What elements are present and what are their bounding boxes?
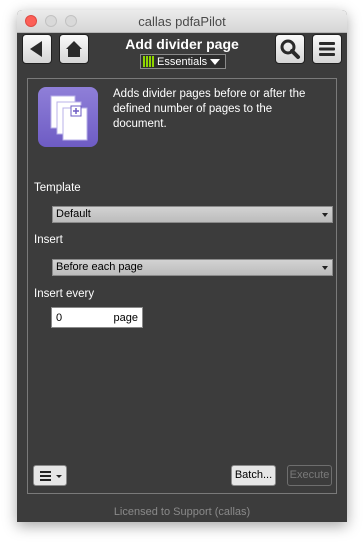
search-button[interactable]: [275, 34, 305, 64]
toolbar: Add divider page Essentials: [17, 33, 347, 83]
template-label: Template: [34, 182, 81, 194]
back-button[interactable]: [22, 34, 52, 64]
menu-icon: [319, 42, 335, 56]
options-menu-button[interactable]: [33, 465, 67, 486]
chevron-down-icon: [56, 475, 62, 478]
execute-button[interactable]: Execute: [287, 465, 332, 486]
insert-select[interactable]: Before each page: [52, 259, 333, 276]
template-value: Default: [56, 208, 91, 220]
insert-every-label: Insert every: [34, 288, 95, 300]
insert-every-unit: page: [113, 312, 138, 324]
search-icon: [280, 39, 300, 59]
title-bar: callas pdfaPilot: [17, 10, 347, 33]
dropdown-arrow-icon: [322, 213, 328, 217]
chevron-down-icon: [210, 58, 221, 65]
template-select[interactable]: Default: [52, 206, 333, 223]
profile-filter-dropdown[interactable]: Essentials: [140, 54, 226, 69]
insert-every-value[interactable]: 0: [56, 312, 62, 324]
fixup-description: Adds divider pages before or after the d…: [113, 88, 306, 130]
batch-button[interactable]: Batch...: [231, 465, 276, 486]
app-window: callas pdfaPilot Add divider page Essent…: [17, 10, 347, 522]
insert-label: Insert: [34, 234, 63, 246]
list-menu-icon: [40, 471, 51, 483]
insert-value: Before each page: [56, 261, 143, 273]
license-footer: Licensed to Support (callas): [113, 506, 251, 518]
panel-title: Add divider page: [125, 36, 239, 52]
window-title: callas pdfaPilot: [138, 14, 226, 29]
back-arrow-icon: [30, 41, 42, 57]
insert-every-field[interactable]: 0 page: [51, 307, 143, 328]
profile-filter-label: Essentials: [157, 55, 208, 68]
divider-page-icon: [38, 87, 98, 147]
fixup-panel: Adds divider pages before or after the d…: [27, 78, 337, 494]
menu-button[interactable]: [312, 34, 342, 64]
library-bars-icon: [143, 56, 154, 67]
dropdown-arrow-icon: [322, 266, 328, 270]
